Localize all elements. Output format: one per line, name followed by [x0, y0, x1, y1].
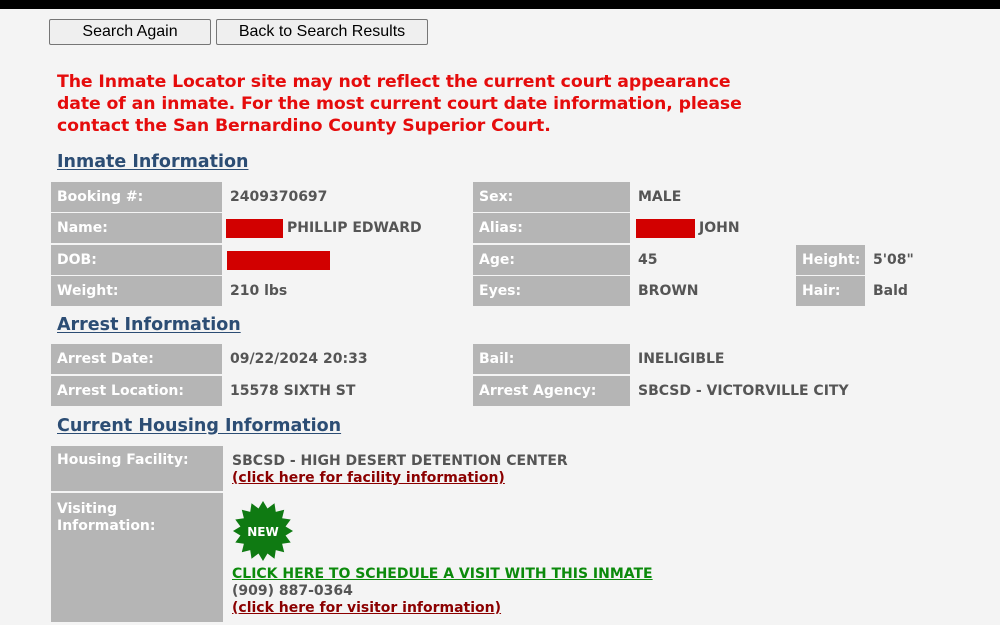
arrest-agency-value: SBCSD - VICTORVILLE CITY	[638, 383, 849, 399]
booking-label: Booking #:	[51, 182, 222, 212]
redacted-dob	[227, 250, 330, 270]
dob-value-row	[227, 245, 334, 275]
back-to-search-results-button[interactable]: Back to Search Results	[216, 19, 428, 45]
eyes-label: Eyes:	[473, 276, 630, 306]
new-badge-text: NEW	[247, 525, 278, 539]
height-value: 5'08"	[873, 252, 914, 268]
housing-facility-value: SBCSD - HIGH DESERT DETENTION CENTER	[232, 453, 568, 469]
new-badge-icon: NEW	[233, 501, 293, 561]
schedule-visit-link[interactable]: CLICK HERE TO SCHEDULE A VISIT WITH THIS…	[232, 566, 653, 582]
inmate-information-heading: Inmate Information	[57, 152, 249, 172]
visiting-phone: (909) 887-0364	[232, 583, 353, 599]
sex-label: Sex:	[473, 182, 630, 212]
weight-value: 210 lbs	[230, 283, 288, 299]
weight-label: Weight:	[51, 276, 222, 306]
height-label: Height:	[796, 245, 865, 275]
name-value-row: PHILLIP EDWARD	[226, 213, 422, 243]
visiting-information-label: Visiting Information:	[51, 493, 223, 622]
arrest-agency-label: Arrest Agency:	[473, 376, 630, 406]
alias-value-row: JOHN	[636, 213, 740, 243]
booking-value: 2409370697	[230, 189, 328, 205]
hair-label: Hair:	[796, 276, 865, 306]
arrest-location-value: 15578 SIXTH ST	[230, 383, 356, 399]
visiting-information-label-text: Visiting Information:	[57, 501, 156, 534]
redacted-last-name	[226, 218, 283, 238]
housing-facility-block: SBCSD - HIGH DESERT DETENTION CENTER (cl…	[232, 453, 568, 487]
bail-value: INELIGIBLE	[638, 351, 725, 367]
hair-value: Bald	[873, 283, 908, 299]
browser-top-bar	[0, 0, 1000, 9]
alias-value: JOHN	[699, 220, 740, 236]
eyes-value: BROWN	[638, 283, 699, 299]
visiting-block: CLICK HERE TO SCHEDULE A VISIT WITH THIS…	[232, 566, 653, 617]
arrest-information-heading: Arrest Information	[57, 315, 241, 335]
visitor-information-link[interactable]: (click here for visitor information)	[232, 600, 501, 616]
redacted-alias	[636, 218, 695, 238]
name-value: PHILLIP EDWARD	[287, 220, 422, 236]
alias-label: Alias:	[473, 213, 630, 243]
housing-information-heading: Current Housing Information	[57, 416, 342, 436]
housing-facility-label: Housing Facility:	[51, 446, 223, 491]
dob-label: DOB:	[51, 245, 222, 275]
arrest-date-value: 09/22/2024 20:33	[230, 351, 368, 367]
court-date-notice: The Inmate Locator site may not reflect …	[57, 72, 742, 136]
arrest-date-label: Arrest Date:	[51, 344, 222, 374]
bail-label: Bail:	[473, 344, 630, 374]
search-again-button[interactable]: Search Again	[49, 19, 211, 45]
name-label: Name:	[51, 213, 222, 243]
sex-value: MALE	[638, 189, 682, 205]
age-value: 45	[638, 252, 658, 268]
age-label: Age:	[473, 245, 630, 275]
arrest-location-label: Arrest Location:	[51, 376, 222, 406]
facility-information-link[interactable]: (click here for facility information)	[232, 470, 505, 486]
